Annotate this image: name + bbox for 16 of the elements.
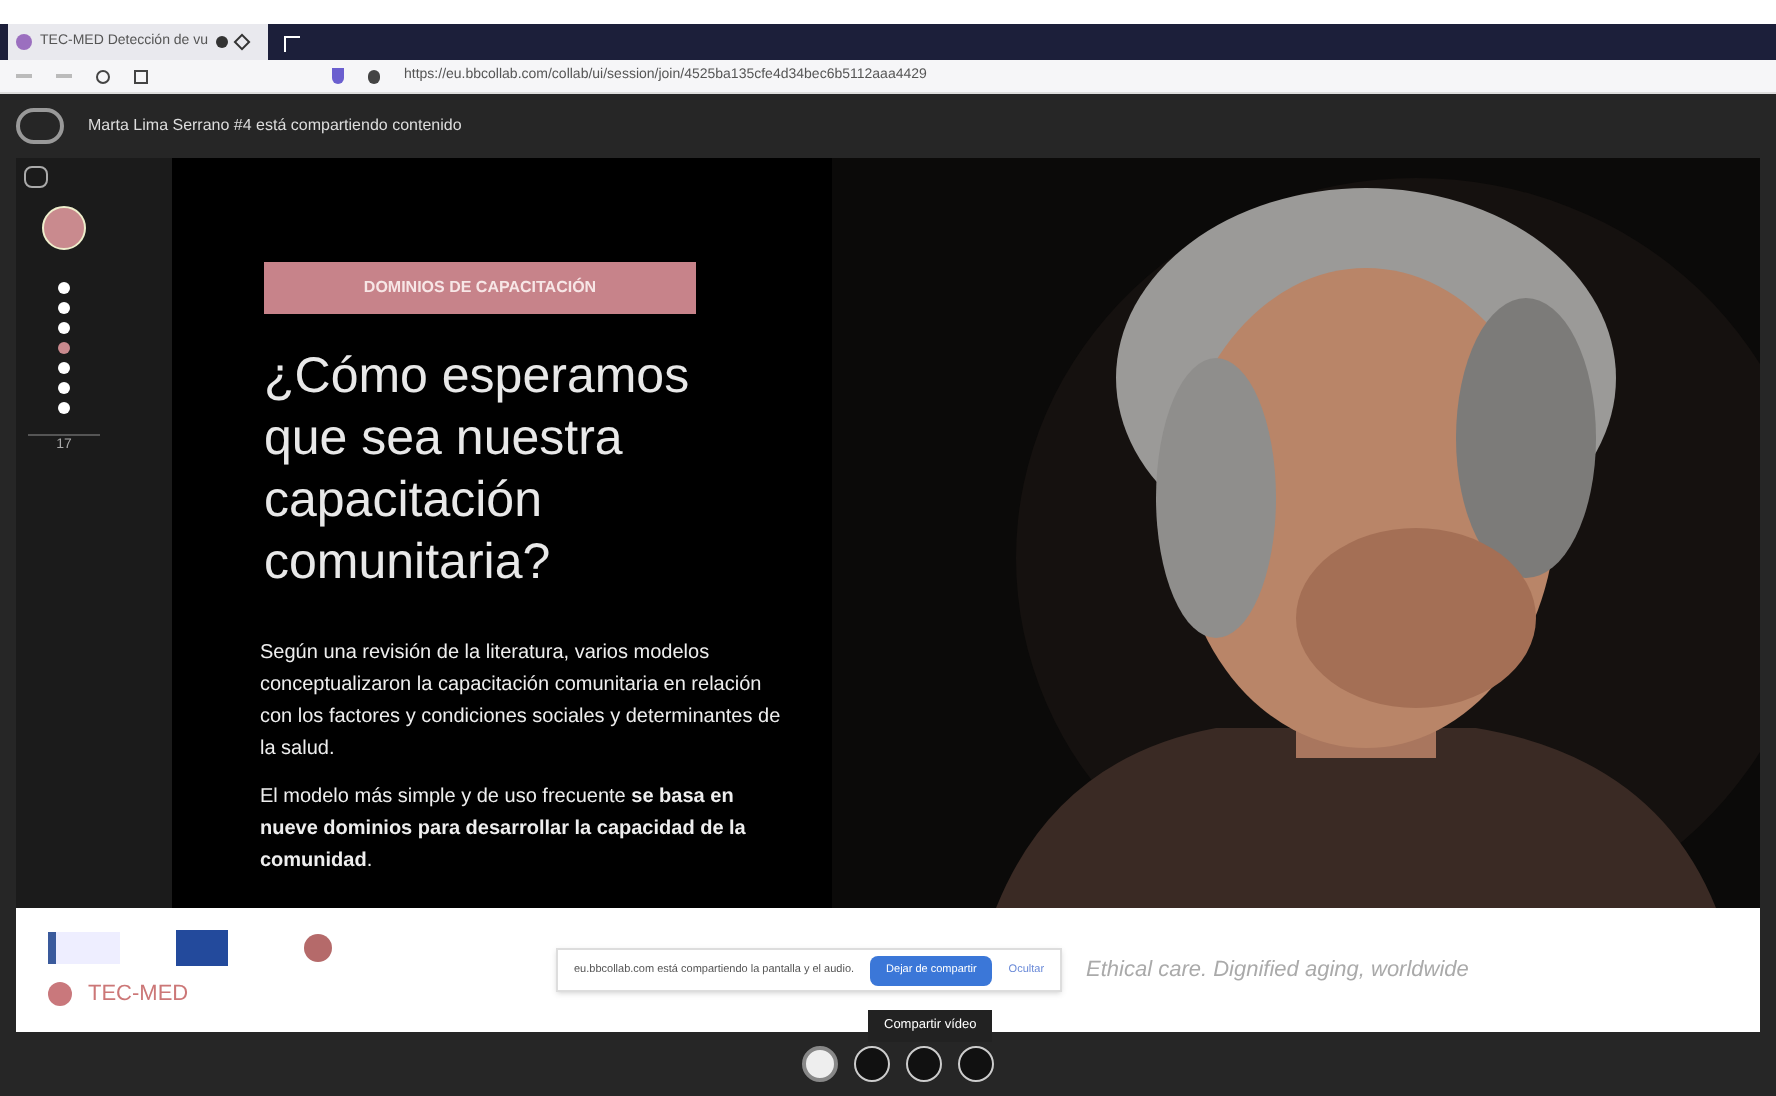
brand-name: TEC-MED — [88, 979, 189, 1010]
brand-logo-icon — [48, 982, 72, 1006]
crest-icon — [304, 933, 332, 962]
slide-paragraph: Según una revisión de la literatura, varios modelos conceptualizaron la capacitación comunitaria en relación con los factores y condiciones sociales y determinantes de la salud. — [260, 640, 783, 764]
avatar[interactable] — [802, 1046, 838, 1082]
slide-title: ¿Cómo esperamos que sea nuestra capacitación comunitaria? — [264, 346, 692, 594]
slide-paragraph: El modelo más simple y de uso frecuente se basa en nueve dominios para desarrollar la capacidad de la comunidad. — [260, 784, 748, 876]
eu-flag-icon — [176, 929, 228, 966]
presenter-avatar[interactable] — [42, 206, 86, 250]
section-badge: DOMINIOS DE CAPACITACIÓN — [264, 262, 696, 314]
slogan: Ethical care. Dignified aging, worldwide — [1086, 955, 1469, 986]
shield-icon — [332, 68, 344, 84]
tab-icon — [16, 34, 32, 50]
sharing-notice: Marta Lima Serrano #4 está compartiendo contenido — [88, 114, 462, 138]
partner-logo-icon — [48, 931, 120, 964]
lock-icon — [368, 69, 380, 83]
